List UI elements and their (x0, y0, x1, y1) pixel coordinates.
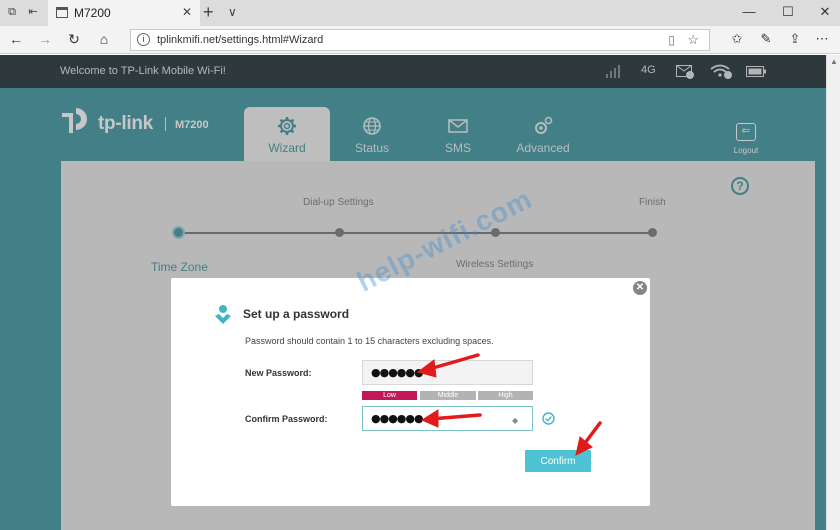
refresh-button[interactable]: ↻ (65, 31, 83, 48)
favorite-star-icon[interactable]: ☆ (687, 32, 699, 48)
tab-actions-icon[interactable]: ⧉ (5, 5, 19, 19)
new-password-input[interactable] (362, 360, 533, 385)
set-aside-tabs-icon[interactable]: ⇤ (26, 5, 40, 19)
tab-close-icon[interactable]: ✕ (182, 5, 192, 19)
site-info-icon[interactable]: i (137, 33, 150, 46)
tab-menu-chevron-icon[interactable]: ∨ (228, 5, 237, 19)
minimize-button[interactable]: — (739, 4, 759, 19)
home-button[interactable]: ⌂ (95, 31, 113, 47)
browser-tab[interactable]: M7200 ✕ (48, 0, 200, 26)
reading-view-icon[interactable]: ▯ (668, 33, 675, 47)
pen-icon[interactable]: ✎ (757, 31, 775, 47)
forward-button[interactable]: → (36, 31, 54, 47)
address-bar: ← → ↻ ⌂ i tplinkmifi.net/settings.html#W… (0, 26, 840, 54)
confirm-password-label: Confirm Password: (245, 414, 328, 424)
check-icon (542, 412, 555, 425)
confirm-password-input[interactable] (362, 406, 533, 431)
dialog-close-icon[interactable]: ✕ (633, 281, 647, 295)
browser-tab-bar: ⧉ ⇤ M7200 ✕ + ∨ — ☐ ✕ (0, 0, 840, 26)
user-icon (215, 305, 231, 324)
new-tab-button[interactable]: + (203, 2, 214, 23)
strength-low: Low (362, 391, 417, 400)
dialog-title: Set up a password (243, 307, 350, 321)
confirm-button[interactable]: Confirm (525, 450, 591, 472)
favorites-list-icon[interactable]: ✩ (728, 31, 746, 47)
window-close-button[interactable]: ✕ (815, 4, 835, 20)
page-icon (56, 7, 68, 18)
page-scrollbar[interactable]: ▲ (826, 55, 840, 530)
scroll-up-icon[interactable]: ▲ (830, 57, 838, 66)
share-icon[interactable]: ⇪ (786, 31, 804, 47)
back-button[interactable]: ← (7, 31, 25, 47)
tab-title: M7200 (74, 6, 111, 20)
password-requirements: Password should contain 1 to 15 characte… (245, 336, 494, 346)
url-text: tplinkmifi.net/settings.html#Wizard (157, 34, 324, 46)
strength-middle: Middle (420, 391, 476, 400)
strength-high: High (478, 391, 533, 400)
url-field[interactable]: i tplinkmifi.net/settings.html#Wizard ▯ … (130, 29, 710, 51)
maximize-button[interactable]: ☐ (778, 4, 798, 20)
input-reveal-icon[interactable]: ◆ (512, 416, 518, 425)
more-menu-icon[interactable]: ⋯ (813, 31, 831, 47)
router-page: Welcome to TP-Link Mobile Wi-Fi! 4G tp-l… (0, 55, 826, 530)
set-password-dialog: ✕ Set up a password Password should cont… (171, 278, 650, 506)
new-password-label: New Password: (245, 368, 312, 378)
